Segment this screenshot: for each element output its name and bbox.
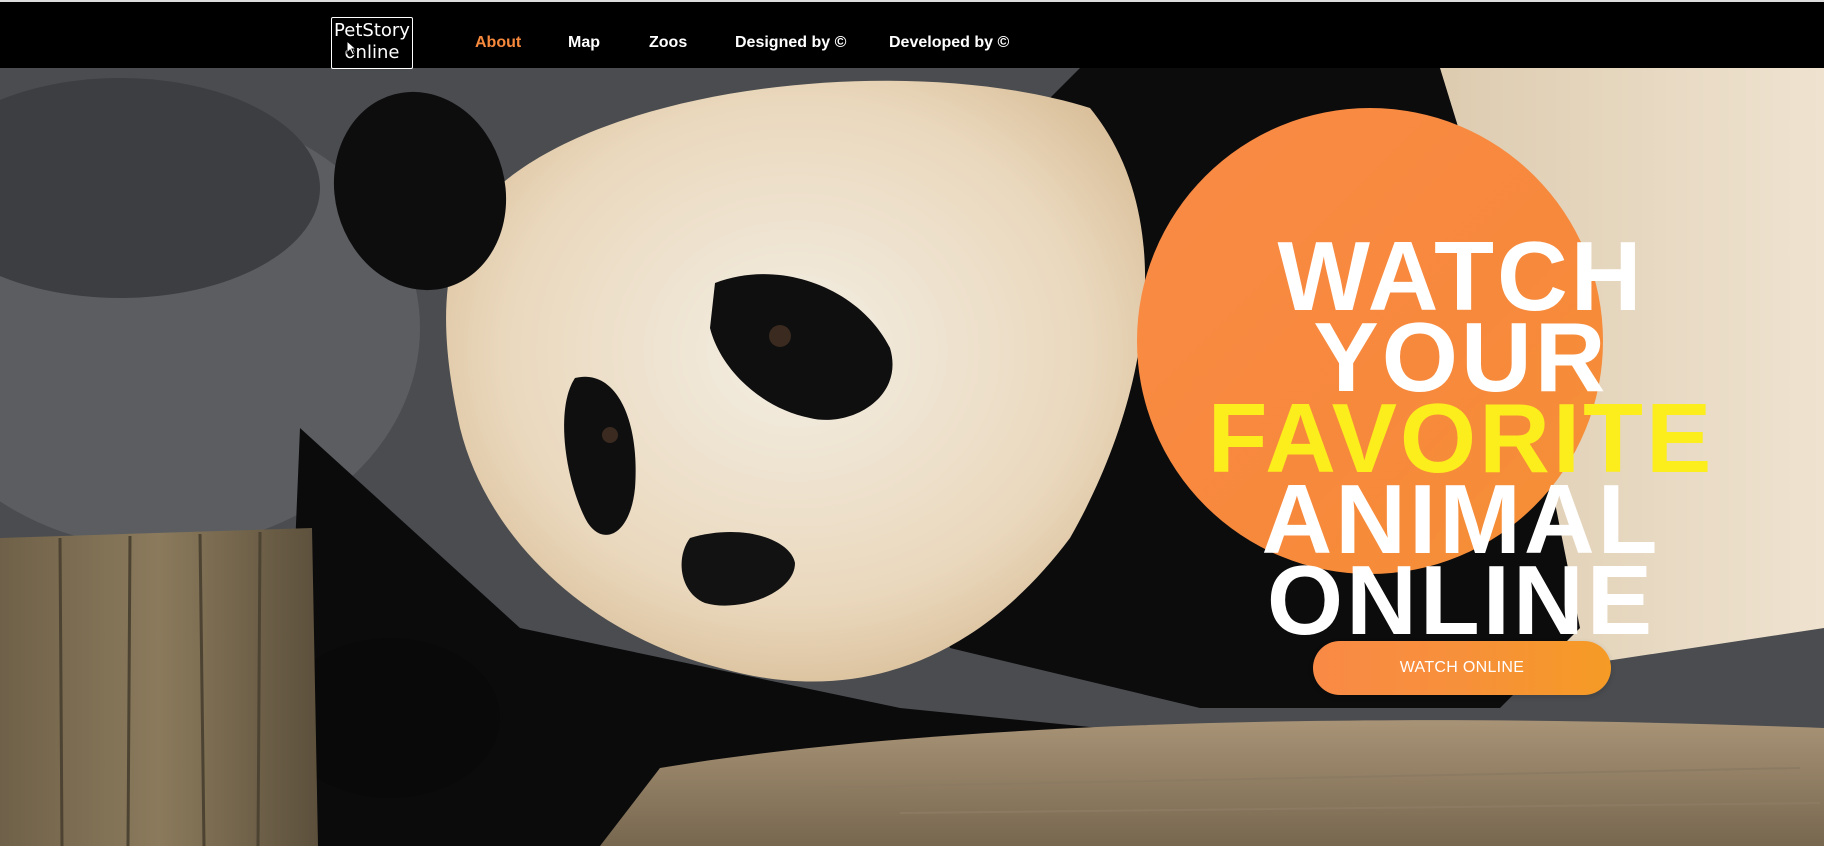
wooden-post <box>0 528 318 846</box>
top-navbar: PetStory online About Map Zoos Designed … <box>0 0 1824 69</box>
logo-text-line1: PetStory <box>334 20 410 41</box>
nav-link-zoos[interactable]: Zoos <box>649 32 687 54</box>
headline-line-5: ONLINE <box>1266 544 1656 655</box>
watch-online-button[interactable]: WATCH ONLINE <box>1313 641 1611 695</box>
nav-link-developed-by[interactable]: Developed by © <box>889 32 1009 54</box>
mouse-pointer-icon <box>346 40 358 56</box>
nav-link-map[interactable]: Map <box>568 32 600 54</box>
site-logo[interactable]: PetStory online <box>331 17 413 69</box>
nav-link-about[interactable]: About <box>475 32 521 54</box>
nav-link-designed-by[interactable]: Designed by © <box>735 32 846 54</box>
hero-headline: WATCH YOUR FAVORITE ANIMAL ONLINE <box>1160 227 1762 655</box>
panda-eye <box>769 325 791 347</box>
hero-section: WATCH YOUR FAVORITE ANIMAL ONLINE WATCH … <box>0 68 1824 846</box>
logo-text-line2: online <box>344 42 400 63</box>
page: PetStory online About Map Zoos Designed … <box>0 0 1824 846</box>
panda-eye <box>602 427 618 443</box>
